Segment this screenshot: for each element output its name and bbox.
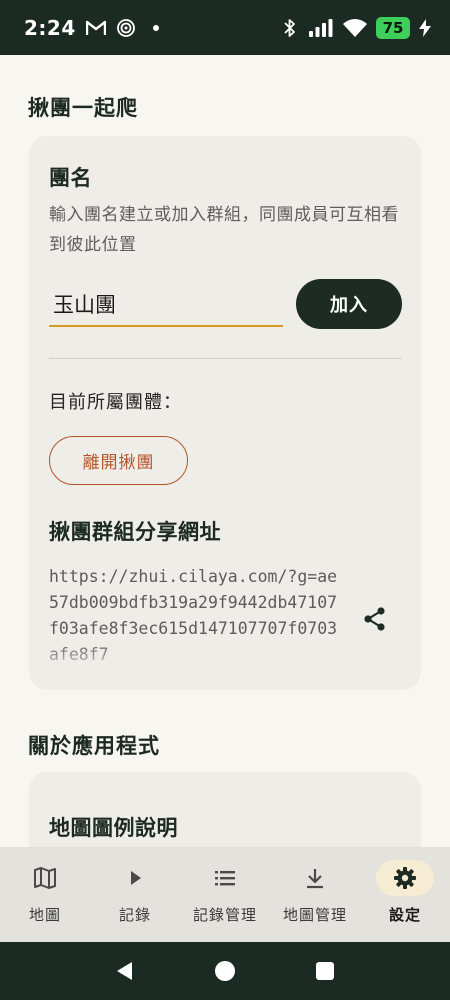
- map-legend-card[interactable]: 地圖圖例說明: [29, 772, 421, 847]
- battery-level: 75: [376, 16, 410, 39]
- nav-label-map: 地圖: [28, 906, 61, 924]
- charging-icon: [418, 18, 432, 38]
- section-title-about: 關於應用程式: [28, 734, 160, 758]
- signal-icon: [308, 18, 334, 38]
- nav-item-record-management[interactable]: 記錄管理: [180, 847, 270, 942]
- bottom-navigation: 地圖 記錄 記錄管理 地圖管理 設定: [0, 847, 450, 942]
- list-icon: [196, 860, 254, 896]
- map-legend-title: 地圖圖例說明: [49, 816, 178, 840]
- battery-icon: 75: [376, 16, 410, 39]
- leave-group-button[interactable]: 離開揪團: [49, 436, 188, 485]
- system-navigation-bar: [0, 942, 450, 1000]
- bluetooth-icon: [280, 18, 300, 38]
- nav-item-map[interactable]: 地圖: [0, 847, 90, 942]
- nav-item-map-management[interactable]: 地圖管理: [270, 847, 360, 942]
- divider: [49, 358, 402, 359]
- status-time: 2:24: [24, 15, 76, 40]
- current-group-label: 目前所屬團體：: [49, 392, 182, 413]
- share-icon[interactable]: [361, 605, 389, 633]
- team-card: 團名 輸入團名建立或加入群組，同團成員可互相看到彼此位置 加入 目前所屬團體： …: [29, 136, 421, 690]
- share-url-fade: [49, 642, 339, 670]
- map-icon: [16, 860, 74, 896]
- section-title-team: 揪團一起爬: [28, 96, 138, 120]
- nav-label-settings: 設定: [388, 906, 421, 924]
- settings-content[interactable]: 揪團一起爬 團名 輸入團名建立或加入群組，同團成員可互相看到彼此位置 加入 目前…: [0, 55, 450, 847]
- status-bar: 2:24 75: [0, 0, 450, 55]
- nav-item-record[interactable]: 記錄: [90, 847, 180, 942]
- team-name-title: 團名: [49, 166, 92, 190]
- play-icon: [106, 860, 164, 896]
- nav-label-record: 記錄: [118, 906, 151, 924]
- share-url-title: 揪團群組分享網址: [49, 520, 221, 544]
- join-button[interactable]: 加入: [296, 279, 402, 329]
- dot-icon: [146, 18, 166, 38]
- wifi-icon: [342, 18, 368, 38]
- home-icon[interactable]: [210, 956, 240, 986]
- radar-icon: [116, 18, 136, 38]
- recents-icon[interactable]: [310, 956, 340, 986]
- nav-item-settings[interactable]: 設定: [360, 847, 450, 942]
- gear-icon: [376, 860, 434, 896]
- team-name-description: 輸入團名建立或加入群組，同團成員可互相看到彼此位置: [49, 205, 399, 255]
- back-icon[interactable]: [110, 956, 140, 986]
- gmail-icon: [85, 18, 106, 38]
- team-name-input[interactable]: [49, 283, 283, 327]
- nav-label-record-management: 記錄管理: [192, 906, 257, 924]
- nav-label-map-management: 地圖管理: [282, 906, 347, 924]
- download-icon: [286, 860, 344, 896]
